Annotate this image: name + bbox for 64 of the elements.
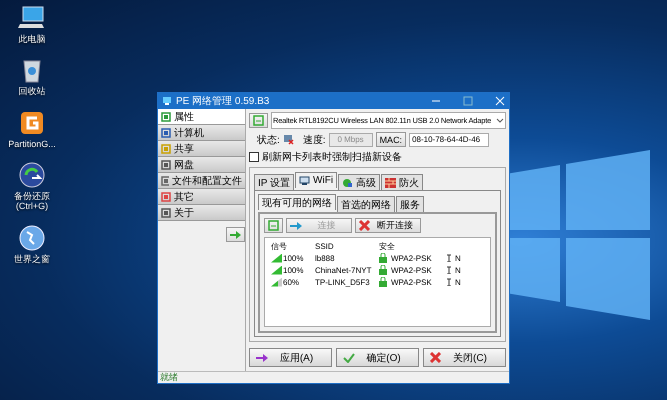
- status-bar: 就绪: [158, 371, 509, 383]
- security-cell-text: WPA2-PSK: [391, 266, 433, 274]
- security-cell-text: WPA2-PSK: [391, 254, 433, 262]
- signal-cell: 100%: [283, 266, 304, 274]
- desktop-icon-label[interactable]: 回收站: [18, 86, 46, 97]
- ssid-cell-text: lb888: [315, 254, 336, 262]
- tab[interactable]: 高级: [338, 174, 380, 190]
- sidebar-item[interactable]: 计算机: [158, 125, 245, 141]
- speed-field: 0 Mbps: [328, 132, 373, 146]
- close-icon[interactable]: [495, 96, 505, 106]
- tab[interactable]: 防火: [381, 174, 424, 190]
- column-header: 信号: [271, 240, 288, 252]
- arrow-right-icon: [256, 354, 268, 362]
- signal-cell: 60%: [283, 278, 300, 286]
- signal-cell: 100%: [283, 254, 304, 262]
- maximize-icon[interactable]: [463, 96, 473, 106]
- disconnect-button[interactable]: 断开连接: [355, 218, 421, 233]
- column-header: SSID: [315, 242, 335, 250]
- sidebar-item[interactable]: 网盘: [158, 157, 245, 173]
- chevron-down-icon: [496, 118, 504, 124]
- brick-wall-icon: [385, 178, 396, 188]
- backup-icon: [18, 161, 46, 190]
- sidebar-item[interactable]: 共享: [158, 141, 245, 157]
- ok-button[interactable]: 确定(O): [336, 348, 419, 367]
- lock-icon: [379, 265, 387, 275]
- checkbox-label: 刷新网卡列表时强制扫描新设备: [262, 150, 402, 164]
- sidebar-item[interactable]: 其它: [158, 189, 245, 205]
- close-icon: [430, 352, 441, 363]
- close-icon: [359, 220, 370, 231]
- mac-button[interactable]: MAC:: [376, 132, 406, 147]
- speed-label: 速度:: [302, 134, 326, 146]
- network-disconnected-icon: [282, 134, 294, 145]
- ssid-cell-text: TP-LINK_D5F3: [315, 278, 371, 286]
- tab[interactable]: 现有可用的网络: [258, 194, 336, 210]
- table-cell-text: N: [455, 254, 462, 262]
- table-cell-text: N: [455, 266, 462, 274]
- window-title: PE 网络管理 0.59.B3: [176, 95, 270, 108]
- arrow-right-icon: [290, 222, 302, 230]
- security-cell-text: WPA2-PSK: [391, 278, 433, 286]
- arrow-right-icon: [230, 230, 241, 238]
- sidebar-item[interactable]: 文件和配置文件: [158, 173, 245, 189]
- expand-button[interactable]: [226, 227, 245, 242]
- mac-field[interactable]: 08-10-78-64-4D-46: [409, 132, 490, 146]
- item-icon: [161, 176, 169, 186]
- check-icon: [343, 352, 355, 362]
- apply-button[interactable]: 应用(A): [249, 348, 332, 367]
- close-button[interactable]: 关闭(C): [423, 348, 506, 367]
- tab[interactable]: IP 设置: [254, 174, 294, 190]
- lock-icon: [379, 253, 387, 263]
- desktop-icon-label[interactable]: 世界之窗: [14, 254, 50, 264]
- sidebar-item[interactable]: 属性: [158, 109, 245, 125]
- tab[interactable]: WiFi: [295, 172, 338, 188]
- desktop-icon-label[interactable]: 备份还原 (Ctrl+G): [14, 191, 50, 212]
- sidebar-item[interactable]: 关于: [158, 205, 245, 221]
- status-label: 状态:: [257, 134, 280, 146]
- table-cell-text: N: [455, 278, 462, 286]
- tab[interactable]: 首选的网络: [337, 196, 395, 212]
- ssid-cell-text: ChinaNet-7NYT: [315, 266, 372, 274]
- checkbox[interactable]: [249, 152, 259, 162]
- column-header: 安全: [379, 240, 396, 252]
- lock-icon: [379, 277, 387, 287]
- desktop-icon-label[interactable]: PartitionG...: [8, 138, 56, 150]
- desktop-icon-label[interactable]: 此电脑: [18, 34, 46, 44]
- tab[interactable]: 服务: [396, 196, 424, 212]
